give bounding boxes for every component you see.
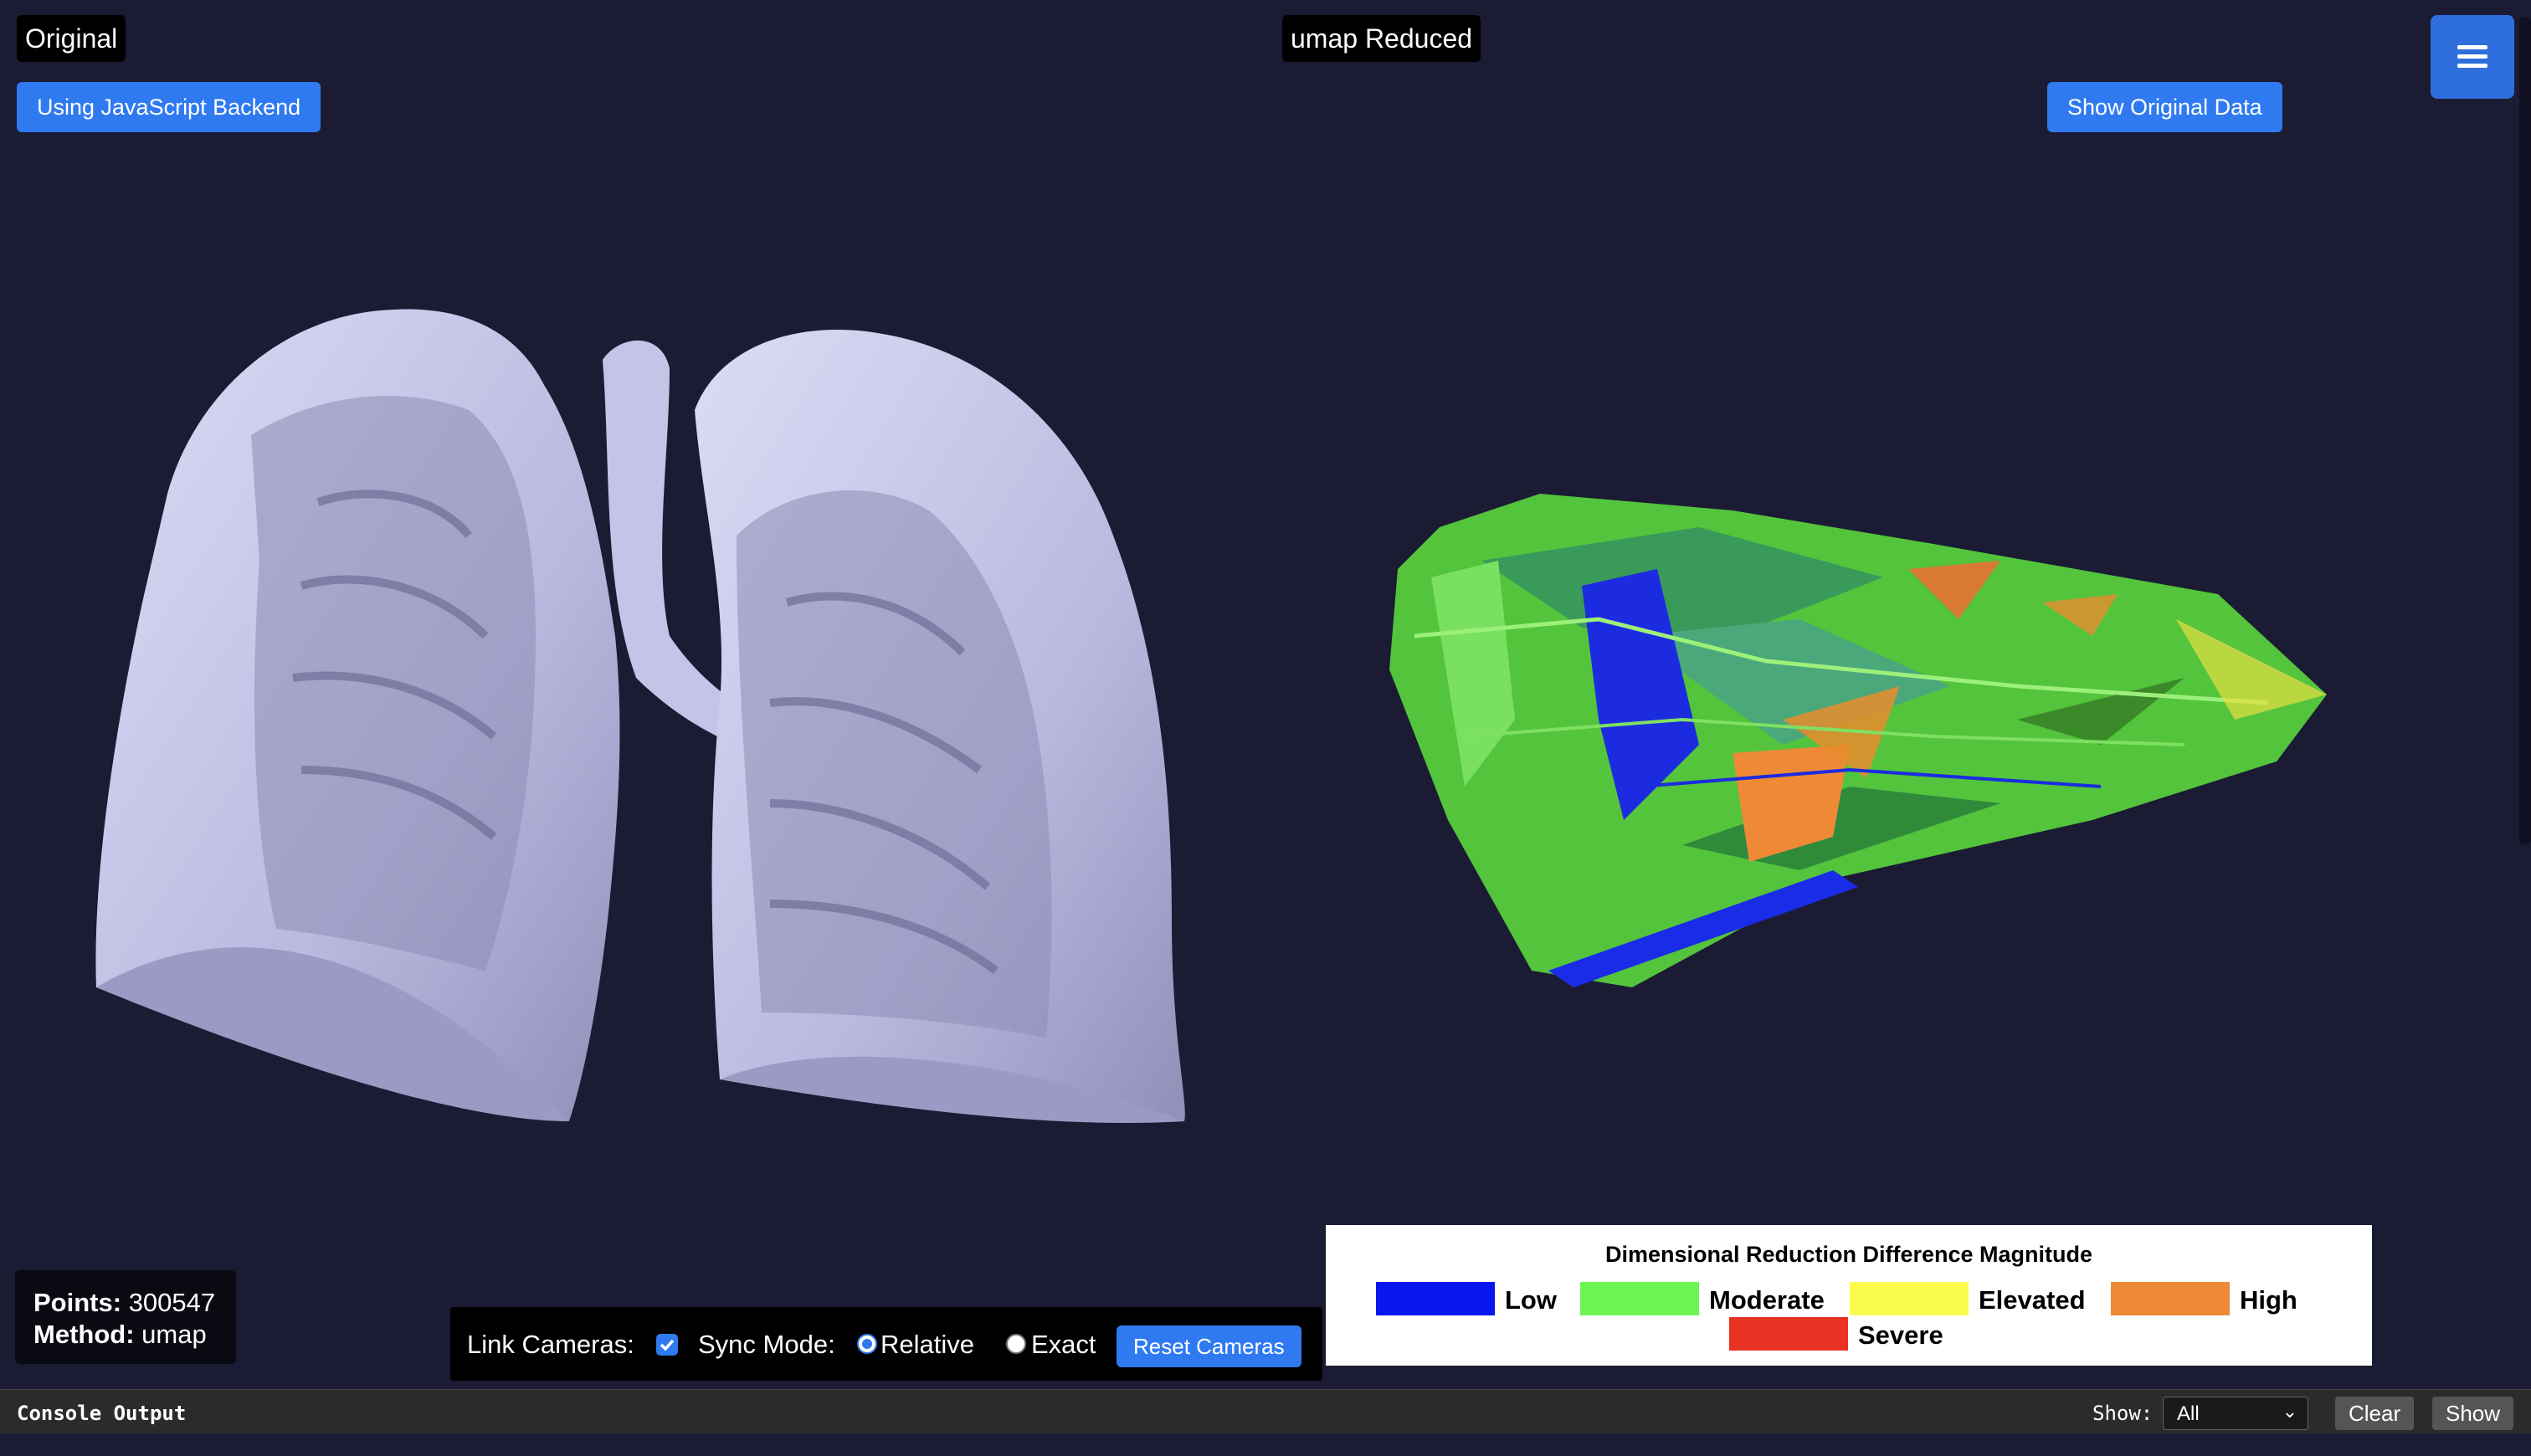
- legend-label-low: Low: [1505, 1285, 1557, 1315]
- console-show-button[interactable]: Show: [2432, 1397, 2514, 1430]
- sync-mode-label: Sync Mode:: [698, 1330, 835, 1359]
- show-original-button[interactable]: Show Original Data: [2047, 82, 2282, 132]
- method-label: Method:: [33, 1320, 135, 1349]
- legend-label-high: High: [2240, 1285, 2297, 1315]
- legend-swatch-elevated: [1850, 1282, 1969, 1315]
- link-cameras-label: Link Cameras:: [467, 1330, 634, 1359]
- legend-swatch-moderate: [1580, 1282, 1699, 1315]
- sync-relative-label[interactable]: Relative: [880, 1330, 974, 1360]
- link-cameras-checkbox[interactable]: [656, 1334, 678, 1356]
- console-filter-select[interactable]: All ⌄: [2163, 1397, 2308, 1430]
- legend-swatch-low: [1376, 1282, 1495, 1315]
- method-value: umap: [141, 1320, 207, 1349]
- sync-relative-radio[interactable]: [857, 1334, 877, 1354]
- console-clear-button[interactable]: Clear: [2335, 1397, 2415, 1430]
- console-filter-value: All: [2177, 1402, 2200, 1425]
- camera-controls-bar: Link Cameras: Sync Mode: Relative Exact …: [450, 1307, 1322, 1381]
- legend-swatch-severe: [1729, 1317, 1848, 1351]
- reduced-viewport[interactable]: umap Reduced Show Original Data: [1264, 0, 2531, 1389]
- points-value: 300547: [128, 1288, 216, 1317]
- menu-button[interactable]: [2431, 15, 2514, 99]
- sync-exact-radio[interactable]: [1006, 1334, 1026, 1354]
- console-title[interactable]: Console Output: [17, 1402, 186, 1425]
- hamburger-menu-icon: [2457, 45, 2487, 68]
- legend-label-severe: Severe: [1858, 1320, 1943, 1350]
- legend-label-moderate: Moderate: [1709, 1285, 1825, 1315]
- reduced-view-title: umap Reduced: [1282, 15, 1481, 62]
- backend-button[interactable]: Using JavaScript Backend: [17, 82, 321, 132]
- legend-title: Dimensional Reduction Difference Magnitu…: [1604, 1242, 2093, 1267]
- original-viewport[interactable]: Original Using JavaScript Backend Points…: [0, 0, 1264, 1389]
- reduced-mesh-render[interactable]: [1264, 469, 2531, 1054]
- console-show-label: Show:: [2092, 1402, 2154, 1425]
- original-view-title: Original: [17, 15, 126, 62]
- reset-cameras-button[interactable]: Reset Cameras: [1117, 1325, 1301, 1367]
- legend-label-elevated: Elevated: [1979, 1285, 2086, 1315]
- legend-swatch-high: [2111, 1282, 2230, 1315]
- chevron-down-icon: ⌄: [2282, 1401, 2297, 1422]
- console-bar: Console Output Show: All ⌄ Clear Show: [0, 1389, 2531, 1433]
- scrollbar-thumb[interactable]: [2519, 17, 2531, 845]
- dataset-info-panel: Points: 300547 Method: umap: [15, 1270, 236, 1364]
- difference-legend: Dimensional Reduction Difference Magnitu…: [1326, 1225, 2372, 1366]
- checkmark-icon: [660, 1339, 675, 1351]
- sync-exact-label[interactable]: Exact: [1031, 1330, 1096, 1360]
- points-label: Points:: [33, 1288, 122, 1317]
